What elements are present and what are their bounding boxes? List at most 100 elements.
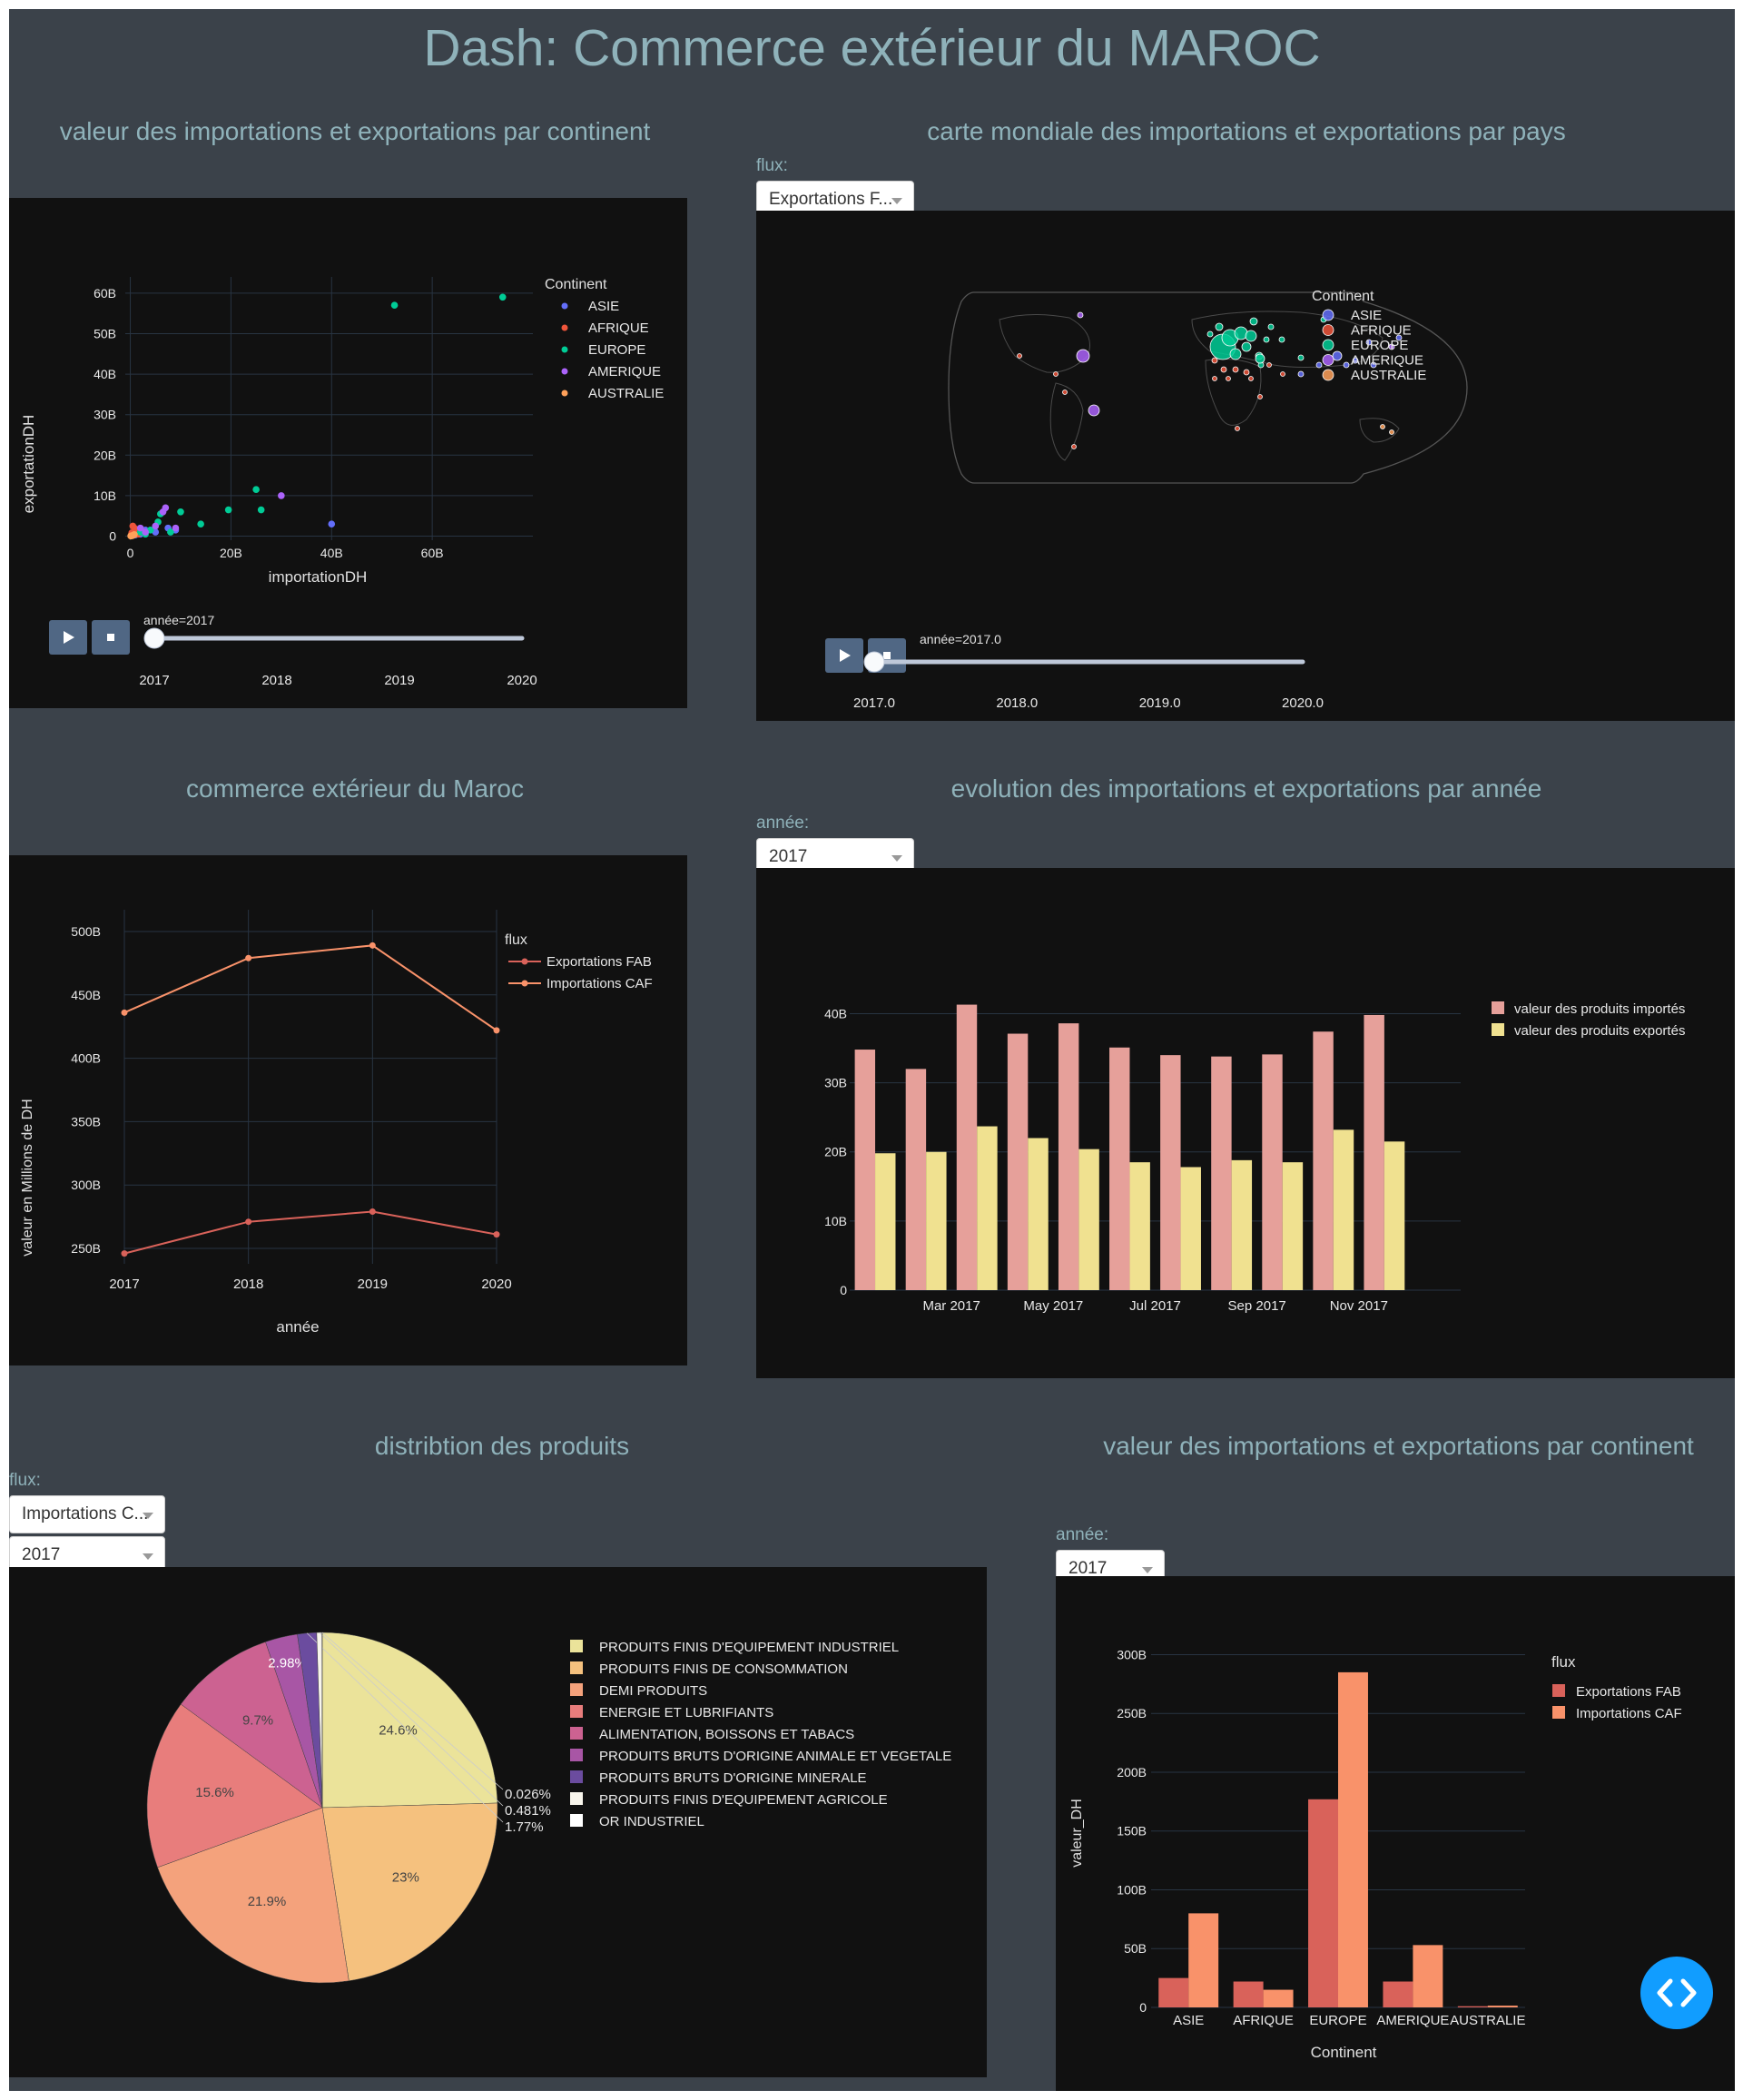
map-marker <box>1088 404 1100 417</box>
legend-label: valeur des produits importés <box>1514 1001 1685 1017</box>
legend-label: valeur des produits exportés <box>1514 1023 1685 1039</box>
slice-label: 0.026% <box>505 1787 551 1802</box>
legend-label: ASIE <box>1351 308 1382 323</box>
map-section-title: carte mondiale des importations et expor… <box>927 117 1566 145</box>
legend-swatch <box>570 1683 583 1696</box>
bar <box>1384 1141 1405 1290</box>
map-marker <box>1229 348 1242 360</box>
slice-label: 1.77% <box>505 1819 544 1835</box>
legend-label: Exportations FAB <box>547 954 652 970</box>
bar <box>854 1050 876 1290</box>
scatter-stop-button[interactable] <box>92 620 130 655</box>
legend-marker <box>1322 354 1334 366</box>
map-flux-value: Exportations F... <box>769 190 893 209</box>
legend-label: AFRIQUE <box>588 320 649 336</box>
y-tick-label: 60B <box>94 286 116 301</box>
map-marker <box>1235 426 1240 431</box>
bar <box>1457 2006 1488 2007</box>
x-tick-label: 20B <box>220 546 242 560</box>
legend-marker <box>561 368 568 375</box>
slice-label: 15.6% <box>195 1785 234 1800</box>
slice-label: 0.481% <box>505 1803 551 1819</box>
continent-x-axis-title: Continent <box>1311 2044 1377 2061</box>
map-marker <box>1257 394 1263 399</box>
pie-year-value: 2017 <box>22 1545 61 1564</box>
y-tick-label: 250B <box>71 1241 101 1256</box>
series-point <box>369 942 376 949</box>
scatter-play-button[interactable] <box>49 620 87 655</box>
legend-swatch <box>570 1792 583 1805</box>
slice-label: 9.7% <box>242 1713 273 1729</box>
code-icon <box>1657 1978 1697 2007</box>
stack-year-value: 2017 <box>1068 1559 1108 1578</box>
x-tick-label: 2017 <box>109 1277 139 1292</box>
bar-year-label: année: <box>756 813 810 833</box>
legend-marker <box>1322 369 1334 381</box>
legend-swatch <box>570 1727 583 1740</box>
bar <box>905 1069 927 1290</box>
legend-label: ENERGIE ET LUBRIFIANTS <box>599 1705 773 1720</box>
scatter-point <box>136 524 144 532</box>
scatter-y-axis-title: exportationDH <box>20 415 37 514</box>
slider-tick-label: 2019.0 <box>1139 695 1181 711</box>
legend-swatch <box>570 1749 583 1761</box>
bar <box>1333 1129 1354 1290</box>
map-play-button[interactable] <box>825 638 863 673</box>
legend-marker <box>561 346 568 353</box>
bar <box>1188 1913 1219 2007</box>
continent-legend-title: flux <box>1551 1653 1576 1671</box>
bar <box>1058 1023 1079 1290</box>
scatter-point <box>159 508 167 516</box>
stack-year-label: année: <box>1056 1525 1109 1544</box>
map-marker <box>1297 370 1305 378</box>
map-marker <box>1297 354 1305 361</box>
map-marker <box>1220 366 1227 373</box>
series-point <box>121 1009 128 1016</box>
legend-swatch <box>570 1814 583 1827</box>
series-point <box>245 1218 252 1226</box>
line-legend-title: flux <box>505 932 527 948</box>
debug-menu-button[interactable] <box>1640 1957 1713 2029</box>
pie-chart: 24.6% PRODUITS FINIS D'EQUIPEMENT INDUSTR… <box>146 1632 951 1984</box>
continent-bar-panel: valeur_DH Continent flux 0 50B 100B 150B 200… <box>1056 1576 1735 2091</box>
bar <box>1338 1671 1368 2007</box>
bar <box>1211 1056 1232 1290</box>
slice-label: 23% <box>392 1870 419 1886</box>
legend-label: Importations CAF <box>547 976 653 991</box>
legend-marker <box>561 324 568 331</box>
y-tick-label: 30B <box>824 1076 847 1090</box>
pie-flux-label: flux: <box>9 1471 41 1490</box>
stack-section-title: valeur des importations et exportations … <box>1103 1432 1694 1460</box>
bar-year-value: 2017 <box>769 847 808 866</box>
y-tick-label: 40B <box>94 367 116 381</box>
x-tick-label: AUSTRALIE <box>1450 2013 1525 2028</box>
scatter-point <box>390 301 399 310</box>
scatter-point <box>278 492 285 499</box>
legend-label: EUROPE <box>1351 338 1408 353</box>
map-marker <box>1245 330 1257 342</box>
y-tick-label: 40B <box>824 1006 847 1020</box>
bar-section-title: evolution des importations et exportatio… <box>950 774 1542 803</box>
pie-flux-dropdown[interactable]: Importations C... <box>9 1495 165 1533</box>
dashboard: Dash: Commerce extérieur du MAROC valeur… <box>9 9 1735 2091</box>
bar <box>1028 1138 1049 1290</box>
x-tick-label: Sep 2017 <box>1228 1298 1286 1314</box>
y-tick-label: 0 <box>109 529 116 544</box>
legend-swatch <box>570 1661 583 1674</box>
bar <box>1158 1977 1189 2007</box>
map-panel: Continent année=2017.0 ASIE AFRIQUE EUROPE… <box>756 211 1735 721</box>
map-marker <box>1232 366 1239 373</box>
bar <box>977 1126 998 1290</box>
slider-tick-label: 2020.0 <box>1282 695 1324 711</box>
scatter-point <box>131 530 138 538</box>
y-tick-label: 300B <box>71 1178 101 1192</box>
bar <box>956 1004 978 1290</box>
bar <box>1308 1799 1338 2007</box>
scatter-point <box>257 506 265 514</box>
legend-label: AMERIQUE <box>588 364 661 380</box>
bar <box>1282 1162 1304 1290</box>
legend-swatch <box>1552 1684 1565 1697</box>
legend-label: Exportations FAB <box>1576 1684 1681 1700</box>
y-tick-label: 0 <box>1139 2000 1147 2015</box>
map-marker <box>1017 353 1022 359</box>
